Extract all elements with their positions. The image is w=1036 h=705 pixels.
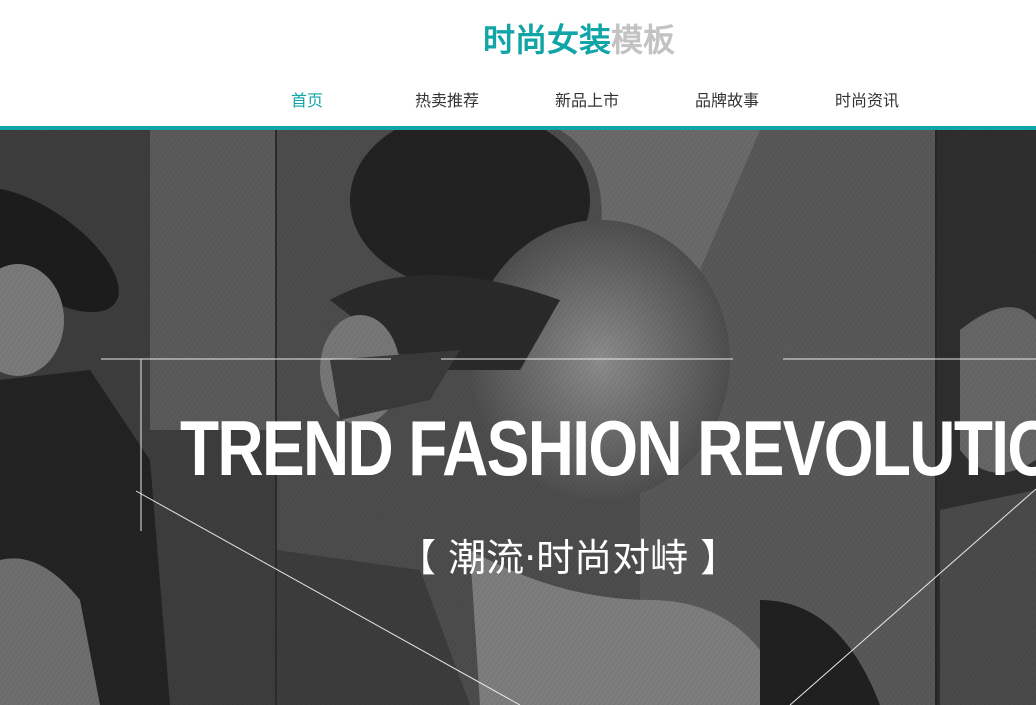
logo-main-text: 时尚女装	[483, 21, 612, 59]
hero-subtitle: 【 潮流·时尚对峙 】	[398, 536, 739, 580]
site-header: 时尚女装模板 首页 热卖推荐 新品上市 品牌故事 时尚资讯	[0, 0, 1036, 130]
main-nav: 首页 热卖推荐 新品上市 品牌故事 时尚资讯	[0, 89, 1036, 113]
logo-sub-text: 模板	[611, 21, 676, 59]
nav-item-home[interactable]: 首页	[291, 89, 323, 113]
hero-banner: TREND FASHION REVOLUTION 【 潮流·时尚对峙 】	[0, 130, 1036, 705]
nav-item-fashion-news[interactable]: 时尚资讯	[835, 89, 899, 113]
nav-item-new-arrivals[interactable]: 新品上市	[555, 89, 619, 113]
site-logo[interactable]: 时尚女装模板	[483, 20, 675, 60]
hero-headline: TREND FASHION REVOLUTION	[180, 404, 1036, 492]
nav-item-brand-story[interactable]: 品牌故事	[695, 89, 759, 113]
nav-item-hot-picks[interactable]: 热卖推荐	[415, 89, 479, 113]
